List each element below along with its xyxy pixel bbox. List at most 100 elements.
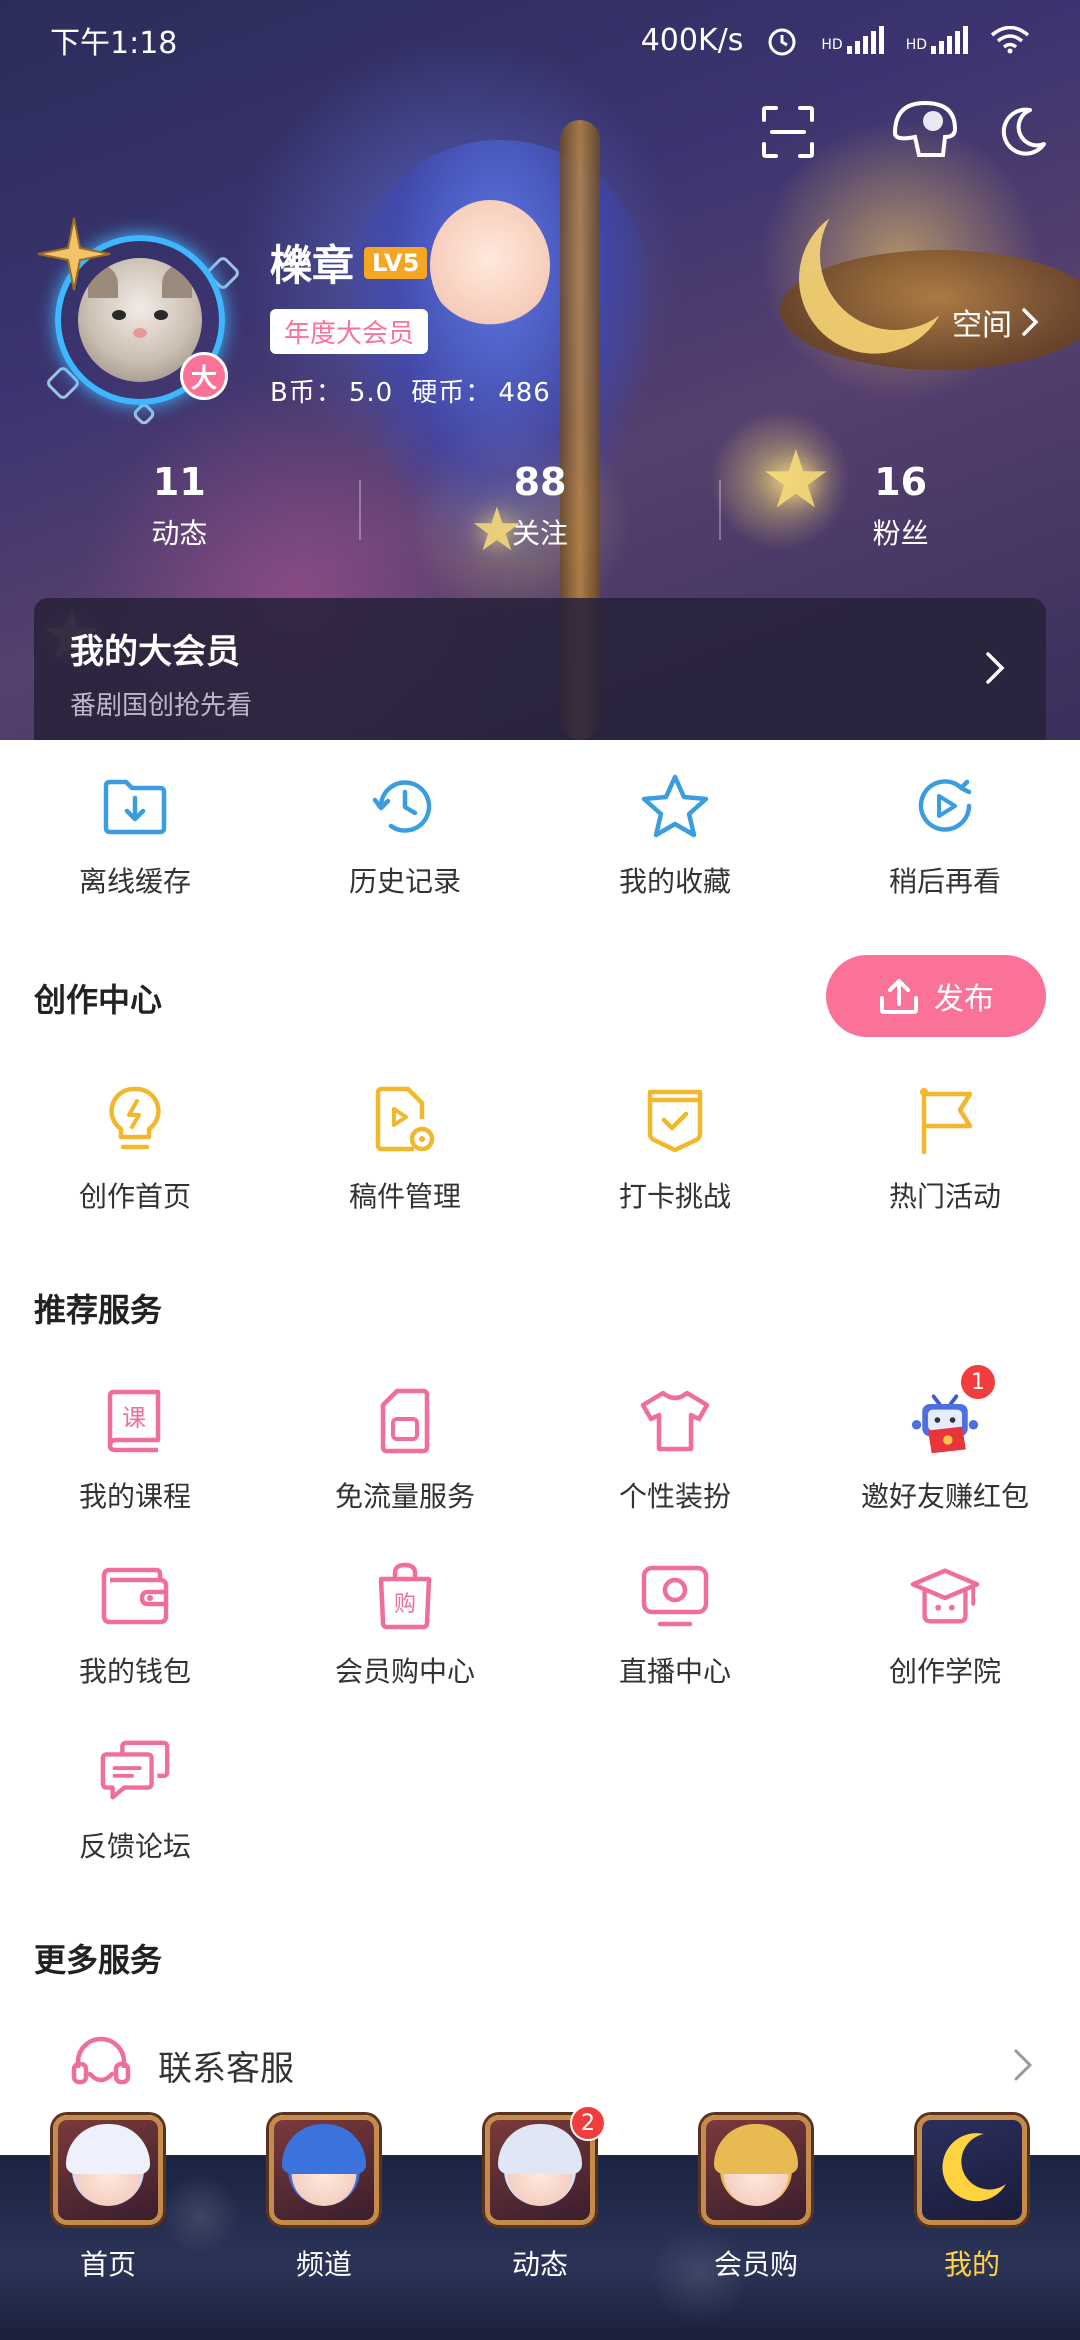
favorites-label: 我的收藏	[618, 865, 731, 898]
favorites-button[interactable]: 我的收藏	[540, 770, 810, 900]
nav-channel-icon	[269, 2115, 379, 2225]
star-icon	[641, 774, 709, 838]
nav-mine[interactable]: 我的	[864, 2115, 1080, 2340]
sim-card-icon	[380, 1388, 430, 1454]
checkin-icon	[647, 1089, 703, 1153]
status-net-speed: 400K/s	[640, 22, 744, 58]
publish-label: 发布	[934, 982, 994, 1017]
creation-home-button[interactable]: 创作首页	[0, 1085, 270, 1215]
stat-fans[interactable]: 16 粉丝	[721, 460, 1080, 552]
feedback-forum-button[interactable]: 反馈论坛	[0, 1735, 270, 1865]
nav-mine-label: 我的	[943, 2248, 1000, 2281]
vip-avatar-badge: 大	[180, 352, 228, 400]
free-data-service-button[interactable]: 免流量服务	[270, 1385, 540, 1515]
nav-channel[interactable]: 频道	[216, 2115, 432, 2340]
offline-cache-button[interactable]: 离线缓存	[0, 770, 270, 900]
status-bar: 下午1:18 400K/s HD HD	[0, 0, 1080, 80]
space-link-label: 空间	[952, 308, 1012, 343]
stat-following[interactable]: 88 关注	[361, 460, 720, 552]
avatar-frame-star-icon	[37, 217, 111, 291]
stat-dynamics-count: 11	[152, 460, 206, 504]
free-data-service-label: 免流量服务	[334, 1480, 475, 1513]
nav-vip-shop-icon	[701, 2115, 811, 2225]
publish-button[interactable]: 发布	[826, 955, 1046, 1037]
shopping-bag-icon: 购	[378, 1562, 432, 1630]
history-label: 历史记录	[348, 865, 461, 898]
theme-character-icon	[892, 100, 958, 157]
nav-home-icon	[53, 2115, 163, 2225]
stat-fans-label: 粉丝	[872, 517, 929, 550]
graduation-cap-icon	[910, 1568, 980, 1624]
creation-academy-label: 创作学院	[888, 1655, 1001, 1688]
nav-home[interactable]: 首页	[0, 2115, 216, 2340]
space-link[interactable]: 空间	[952, 300, 1040, 344]
feedback-forum-label: 反馈论坛	[78, 1830, 191, 1863]
creation-academy-button[interactable]: 创作学院	[810, 1560, 1080, 1690]
nav-dynamics[interactable]: 2 动态	[432, 2105, 648, 2340]
more-services-title: 更多服务	[34, 1941, 163, 1979]
history-clock-icon	[372, 780, 432, 833]
scan-icon	[762, 106, 814, 158]
stat-dynamics[interactable]: 11 动态	[0, 460, 359, 552]
watch-later-icon	[918, 779, 972, 832]
nav-vip-shop-label: 会员购	[713, 2248, 798, 2281]
checkin-challenge-label: 打卡挑战	[618, 1180, 731, 1213]
my-course-button[interactable]: 课 我的课程	[0, 1385, 270, 1515]
my-course-label: 我的课程	[78, 1480, 191, 1513]
vip-shop-center-button[interactable]: 购 会员购中心	[270, 1560, 540, 1690]
checkin-challenge-button[interactable]: 打卡挑战	[540, 1085, 810, 1215]
b-coin-value: 5.0	[348, 378, 394, 408]
personal-decoration-label: 个性装扮	[618, 1480, 731, 1513]
avatar[interactable]: 大	[37, 217, 242, 427]
night-mode-button[interactable]	[990, 100, 1054, 164]
chevron-right-icon	[1014, 2049, 1033, 2081]
bottom-navigation: 首页 频道 2 动态 会员购 我的	[0, 2105, 1080, 2340]
stats-row: 11 动态 88 关注 16 粉丝	[0, 460, 1080, 552]
b-coin-label: B币：	[270, 378, 343, 408]
quick-actions-row: 离线缓存 历史记录 我的收藏 稍后再看	[0, 770, 1080, 900]
recommended-grid-row-1: 课 我的课程 免流量服务 个性装扮 1 邀好友赚红包	[0, 1363, 1080, 1515]
stat-following-count: 88	[513, 460, 567, 504]
username[interactable]: 櫟章	[270, 232, 354, 293]
scan-button[interactable]	[756, 100, 820, 164]
stat-following-label: 关注	[512, 517, 569, 550]
live-center-button[interactable]: 直播中心	[540, 1560, 810, 1690]
nav-dynamics-badge: 2	[570, 2105, 606, 2141]
status-time: 下午1:18	[50, 26, 178, 61]
tshirt-icon	[640, 1390, 710, 1452]
status-hd-1: HD	[821, 36, 843, 53]
invite-friends-button[interactable]: 1 邀好友赚红包	[810, 1363, 1080, 1515]
history-button[interactable]: 历史记录	[270, 770, 540, 900]
contact-support-label: 联系客服	[158, 2048, 294, 2089]
contact-support-row[interactable]: 联系客服	[0, 2015, 1080, 2115]
live-tv-icon	[641, 1565, 709, 1627]
upload-icon	[880, 979, 918, 1014]
hot-events-button[interactable]: 热门活动	[810, 1085, 1080, 1215]
flag-icon	[920, 1088, 973, 1155]
profile-header: ★ ★ ★ 下午1:18 400K/s HD HD	[0, 0, 1080, 740]
manuscript-management-button[interactable]: 稿件管理	[270, 1085, 540, 1215]
signal-icon	[846, 26, 884, 54]
status-hd-2: HD	[905, 36, 927, 53]
shopping-bag-icon-glyph: 购	[394, 1592, 416, 1617]
signal-icon	[931, 26, 968, 54]
creation-center-title: 创作中心	[34, 981, 163, 1019]
my-vip-card[interactable]: 我的大会员 番剧国创抢先看	[34, 598, 1046, 740]
vip-tag[interactable]: 年度大会员	[270, 309, 429, 354]
vip-card-subtitle: 番剧国创抢先看	[70, 691, 253, 721]
invite-friends-label: 邀好友赚红包	[860, 1480, 1029, 1513]
my-wallet-button[interactable]: 我的钱包	[0, 1560, 270, 1690]
coin-balance: B币： 5.0 硬币： 486	[270, 372, 557, 409]
headset-icon	[71, 2036, 131, 2085]
alarm-icon	[768, 28, 796, 56]
personal-decoration-button[interactable]: 个性装扮	[540, 1385, 810, 1515]
hot-events-label: 热门活动	[888, 1180, 1001, 1213]
creation-grid: 创作首页 稿件管理 打卡挑战 热门活动	[0, 1085, 1080, 1215]
nav-vip-shop[interactable]: 会员购	[648, 2115, 864, 2340]
chat-bubbles-icon	[100, 1740, 170, 1800]
recommended-grid-row-2: 我的钱包 购 会员购中心 直播中心 创作学院	[0, 1560, 1080, 1690]
wallet-icon	[101, 1567, 169, 1625]
watch-later-button[interactable]: 稍后再看	[810, 770, 1080, 900]
skin-theme-button[interactable]	[880, 100, 970, 164]
course-icon-glyph: 课	[122, 1404, 146, 1432]
